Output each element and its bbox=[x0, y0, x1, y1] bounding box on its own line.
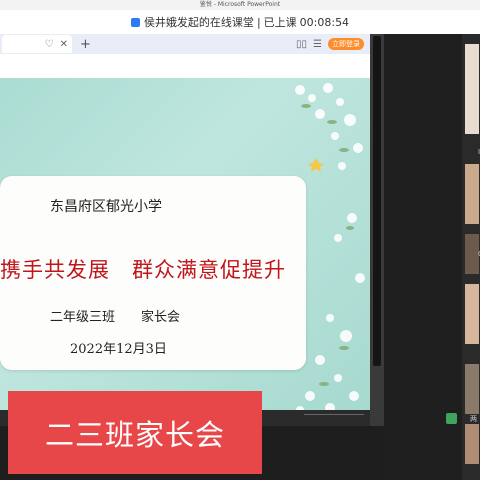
participant-label: 两 bbox=[470, 415, 477, 423]
menu-icon[interactable]: ☰ bbox=[313, 39, 322, 50]
active-tab[interactable]: ♡ ✕ bbox=[2, 35, 72, 53]
tab-controls: ▯▯ ☰ 立即登录 bbox=[296, 38, 370, 50]
banner-text: 二三班家长会 bbox=[44, 417, 225, 452]
class-timer: 00:08:54 bbox=[299, 15, 350, 29]
camera-icon bbox=[130, 17, 140, 27]
participant-video[interactable] bbox=[465, 44, 479, 134]
title-card: 东昌府区郁光小学 携手共发展 群众满意促提升 二年级三班 家长会 2022年12… bbox=[0, 176, 306, 370]
control-icons[interactable] bbox=[304, 414, 364, 423]
slide-top-strip bbox=[0, 54, 370, 78]
classroom-status-bar: 侯井娥发起的在线课堂 | 已上课 00:08:54 bbox=[0, 10, 480, 35]
participant-video[interactable] bbox=[465, 364, 479, 414]
meeting-date: 2022年12月3日 bbox=[70, 342, 167, 357]
meeting-banner: 二三班家长会 bbox=[8, 391, 262, 474]
scrollbar-thumb[interactable] bbox=[373, 36, 381, 366]
meeting-title: 二年级三班 家长会 bbox=[50, 310, 181, 325]
class-status: 已上课 bbox=[263, 16, 297, 29]
window-title: 鉴悦 - Microsoft PowerPoint bbox=[199, 1, 281, 8]
participant-video[interactable] bbox=[465, 424, 479, 464]
participant-icon[interactable] bbox=[446, 413, 457, 424]
window-titlebar: 鉴悦 - Microsoft PowerPoint bbox=[0, 0, 480, 10]
heart-icon[interactable]: ♡ bbox=[45, 39, 54, 50]
close-tab-icon[interactable]: ✕ bbox=[60, 39, 68, 50]
tab-row: ♡ ✕ + ▯▯ ☰ 立即登录 bbox=[0, 34, 370, 54]
classroom-title: 侯井娥发起的在线课堂 bbox=[143, 16, 254, 29]
sidebar-icon[interactable]: ▯▯ bbox=[296, 39, 307, 50]
participant-video[interactable] bbox=[465, 284, 479, 344]
slide-canvas: 东昌府区郁光小学 携手共发展 群众满意促提升 二年级三班 家长会 2022年12… bbox=[0, 78, 370, 418]
participant-video[interactable] bbox=[465, 234, 479, 274]
slogan-text: 携手共发展 群众满意促提升 bbox=[0, 258, 286, 282]
participant-video[interactable] bbox=[465, 164, 479, 224]
school-name: 东昌府区郁光小学 bbox=[50, 199, 162, 215]
separator: | bbox=[256, 15, 261, 29]
login-button[interactable]: 立即登录 bbox=[328, 38, 364, 50]
browser-window: ♡ ✕ + ▯▯ ☰ 立即登录 东昌府区郁光小学 携手共发展 群众满意促提升 二… bbox=[0, 34, 370, 426]
new-tab-button[interactable]: + bbox=[80, 37, 91, 52]
